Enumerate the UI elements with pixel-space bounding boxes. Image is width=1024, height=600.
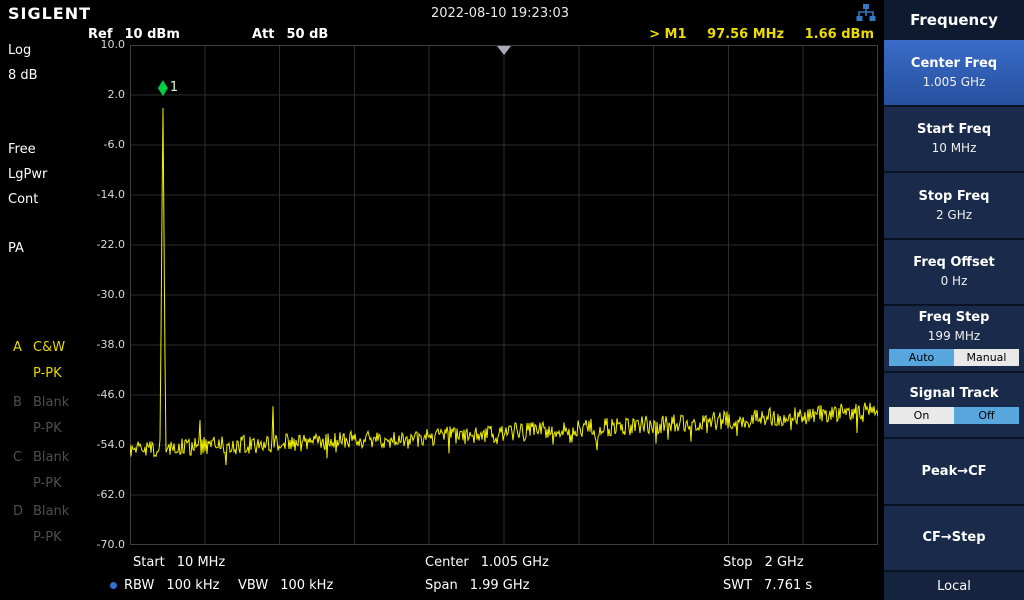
marker-name: > M1 xyxy=(649,27,687,42)
brand-logo: SIGLENT xyxy=(8,4,92,23)
signal-track-toggle: On Off xyxy=(889,406,1019,424)
rbw-value: 100 kHz xyxy=(166,578,220,593)
spectrum-analyzer-screen: SIGLENT 2022-08-10 19:23:03 Ref 10 dBm At… xyxy=(0,0,1024,600)
y-axis-label: -22.0 xyxy=(96,238,125,251)
menu-sidebar: Frequency Center Freq 1.005 GHz Start Fr… xyxy=(884,0,1024,600)
signal-track-label: Signal Track xyxy=(909,385,999,401)
att-value: 50 dB xyxy=(286,27,329,42)
swt-label: SWT xyxy=(723,578,753,593)
vbw-value: 100 kHz xyxy=(280,578,334,593)
freq-step-mode-toggle: Auto Manual xyxy=(889,349,1019,367)
sidebar-item-freq-offset[interactable]: Freq Offset 0 Hz xyxy=(884,239,1024,304)
stop-freq-value: 2 GHz xyxy=(935,207,973,222)
att-label: Att xyxy=(252,27,275,42)
start-freq-label: Start Freq xyxy=(916,122,992,138)
center-freq-value: 1.005 GHz xyxy=(922,74,986,89)
toggle-manual[interactable]: Manual xyxy=(954,349,1019,367)
stop-label: Stop xyxy=(723,555,753,570)
trace-c-detector: P-PK xyxy=(33,476,62,491)
start-freq-readout: Start 10 MHz xyxy=(133,555,225,570)
y-axis-label: -6.0 xyxy=(103,138,125,151)
amp-scale-type: Log xyxy=(8,43,32,58)
y-axis-label: -46.0 xyxy=(96,388,125,401)
trace-d-detector: P-PK xyxy=(33,530,62,545)
peak-to-cf-label: Peak→CF xyxy=(921,463,987,479)
sidebar-item-start-freq[interactable]: Start Freq 10 MHz xyxy=(884,106,1024,171)
trace-b-letter: B xyxy=(13,395,22,410)
freq-offset-value: 0 Hz xyxy=(940,274,968,289)
sweep-mode: Cont xyxy=(8,192,39,207)
sidebar-item-center-freq[interactable]: Center Freq 1.005 GHz xyxy=(884,40,1024,105)
marker-readout: > M1 97.56 MHz 1.66 dBm xyxy=(649,27,874,42)
trace-b-detector: P-PK xyxy=(33,421,62,436)
marker-amplitude: 1.66 dBm xyxy=(804,27,874,42)
toggle-off[interactable]: Off xyxy=(954,406,1019,424)
scale-per-div: 8 dB xyxy=(8,68,38,83)
trace-canvas: 1 xyxy=(129,44,879,546)
y-axis-label: -30.0 xyxy=(96,288,125,301)
rbw-label: RBW xyxy=(124,578,155,593)
vbw-label: VBW xyxy=(238,578,269,593)
y-axis-label: -70.0 xyxy=(96,538,125,551)
trace-a-letter: A xyxy=(13,340,22,355)
trace-a-mode: C&W xyxy=(33,340,66,355)
center-value: 1.005 GHz xyxy=(480,555,549,570)
sidebar-item-peak-to-cf[interactable]: Peak→CF xyxy=(884,439,1024,504)
freq-offset-label: Freq Offset xyxy=(913,255,995,271)
y-axis-label: 10.0 xyxy=(100,38,126,51)
y-axis-label: 2.0 xyxy=(107,88,126,101)
trace-c-mode: Blank xyxy=(33,450,70,465)
trace-c-letter: C xyxy=(13,450,23,465)
rbw-readout: RBW 100 kHz xyxy=(110,578,219,593)
span-value: 1.99 GHz xyxy=(469,578,530,593)
y-axis-label: -54.0 xyxy=(96,438,125,451)
preamp-state: PA xyxy=(8,241,24,256)
start-value: 10 MHz xyxy=(176,555,226,570)
stop-value: 2 GHz xyxy=(764,555,804,570)
span-label: Span xyxy=(425,578,458,593)
stop-freq-readout: Stop 2 GHz xyxy=(723,555,804,570)
span-readout: Span 1.99 GHz xyxy=(425,578,529,593)
datetime: 2022-08-10 19:23:03 xyxy=(430,6,570,21)
trace-color-dot xyxy=(110,582,117,589)
swt-value: 7.761 s xyxy=(764,578,813,593)
center-freq-label: Center Freq xyxy=(910,55,998,71)
svg-text:1: 1 xyxy=(170,80,178,95)
trace-b-mode: Blank xyxy=(33,395,70,410)
toggle-auto[interactable]: Auto xyxy=(889,349,954,367)
sidebar-item-signal-track[interactable]: Signal Track On Off xyxy=(884,372,1024,437)
spectrum-plot: 1 xyxy=(129,44,879,546)
start-label: Start xyxy=(133,555,165,570)
trigger-mode: Free xyxy=(8,142,36,157)
sidebar-item-freq-step[interactable]: Freq Step 199 MHz Auto Manual xyxy=(884,306,1024,371)
y-axis-label: -62.0 xyxy=(96,488,125,501)
marker-frequency: 97.56 MHz xyxy=(707,27,785,42)
y-axis-label: -14.0 xyxy=(96,188,125,201)
trace-d-mode: Blank xyxy=(33,504,70,519)
center-label: Center xyxy=(425,555,469,570)
stop-freq-label: Stop Freq xyxy=(918,188,990,204)
freq-step-value: 199 MHz xyxy=(927,329,981,344)
toggle-on[interactable]: On xyxy=(889,406,954,424)
vbw-readout: VBW 100 kHz xyxy=(238,578,333,593)
attenuation-readout: Att 50 dB xyxy=(252,27,328,42)
power-mode: LgPwr xyxy=(8,167,48,182)
lan-network-icon xyxy=(856,3,876,23)
center-freq-readout: Center 1.005 GHz xyxy=(425,555,549,570)
trace-d-letter: D xyxy=(13,504,24,519)
sidebar-item-stop-freq[interactable]: Stop Freq 2 GHz xyxy=(884,173,1024,238)
trace-a-detector: P-PK xyxy=(33,366,62,381)
swt-readout: SWT 7.761 s xyxy=(723,578,812,593)
ref-value: 10 dBm xyxy=(124,27,180,42)
sidebar-item-cf-to-step[interactable]: CF→Step xyxy=(884,505,1024,570)
menu-items: Center Freq 1.005 GHz Start Freq 10 MHz … xyxy=(884,40,1024,570)
freq-step-label: Freq Step xyxy=(918,310,990,326)
local-button[interactable]: Local xyxy=(884,572,1024,600)
menu-title: Frequency xyxy=(884,0,1024,40)
start-freq-value: 10 MHz xyxy=(931,141,977,156)
y-axis-label: -38.0 xyxy=(96,338,125,351)
cf-to-step-label: CF→Step xyxy=(922,530,986,546)
